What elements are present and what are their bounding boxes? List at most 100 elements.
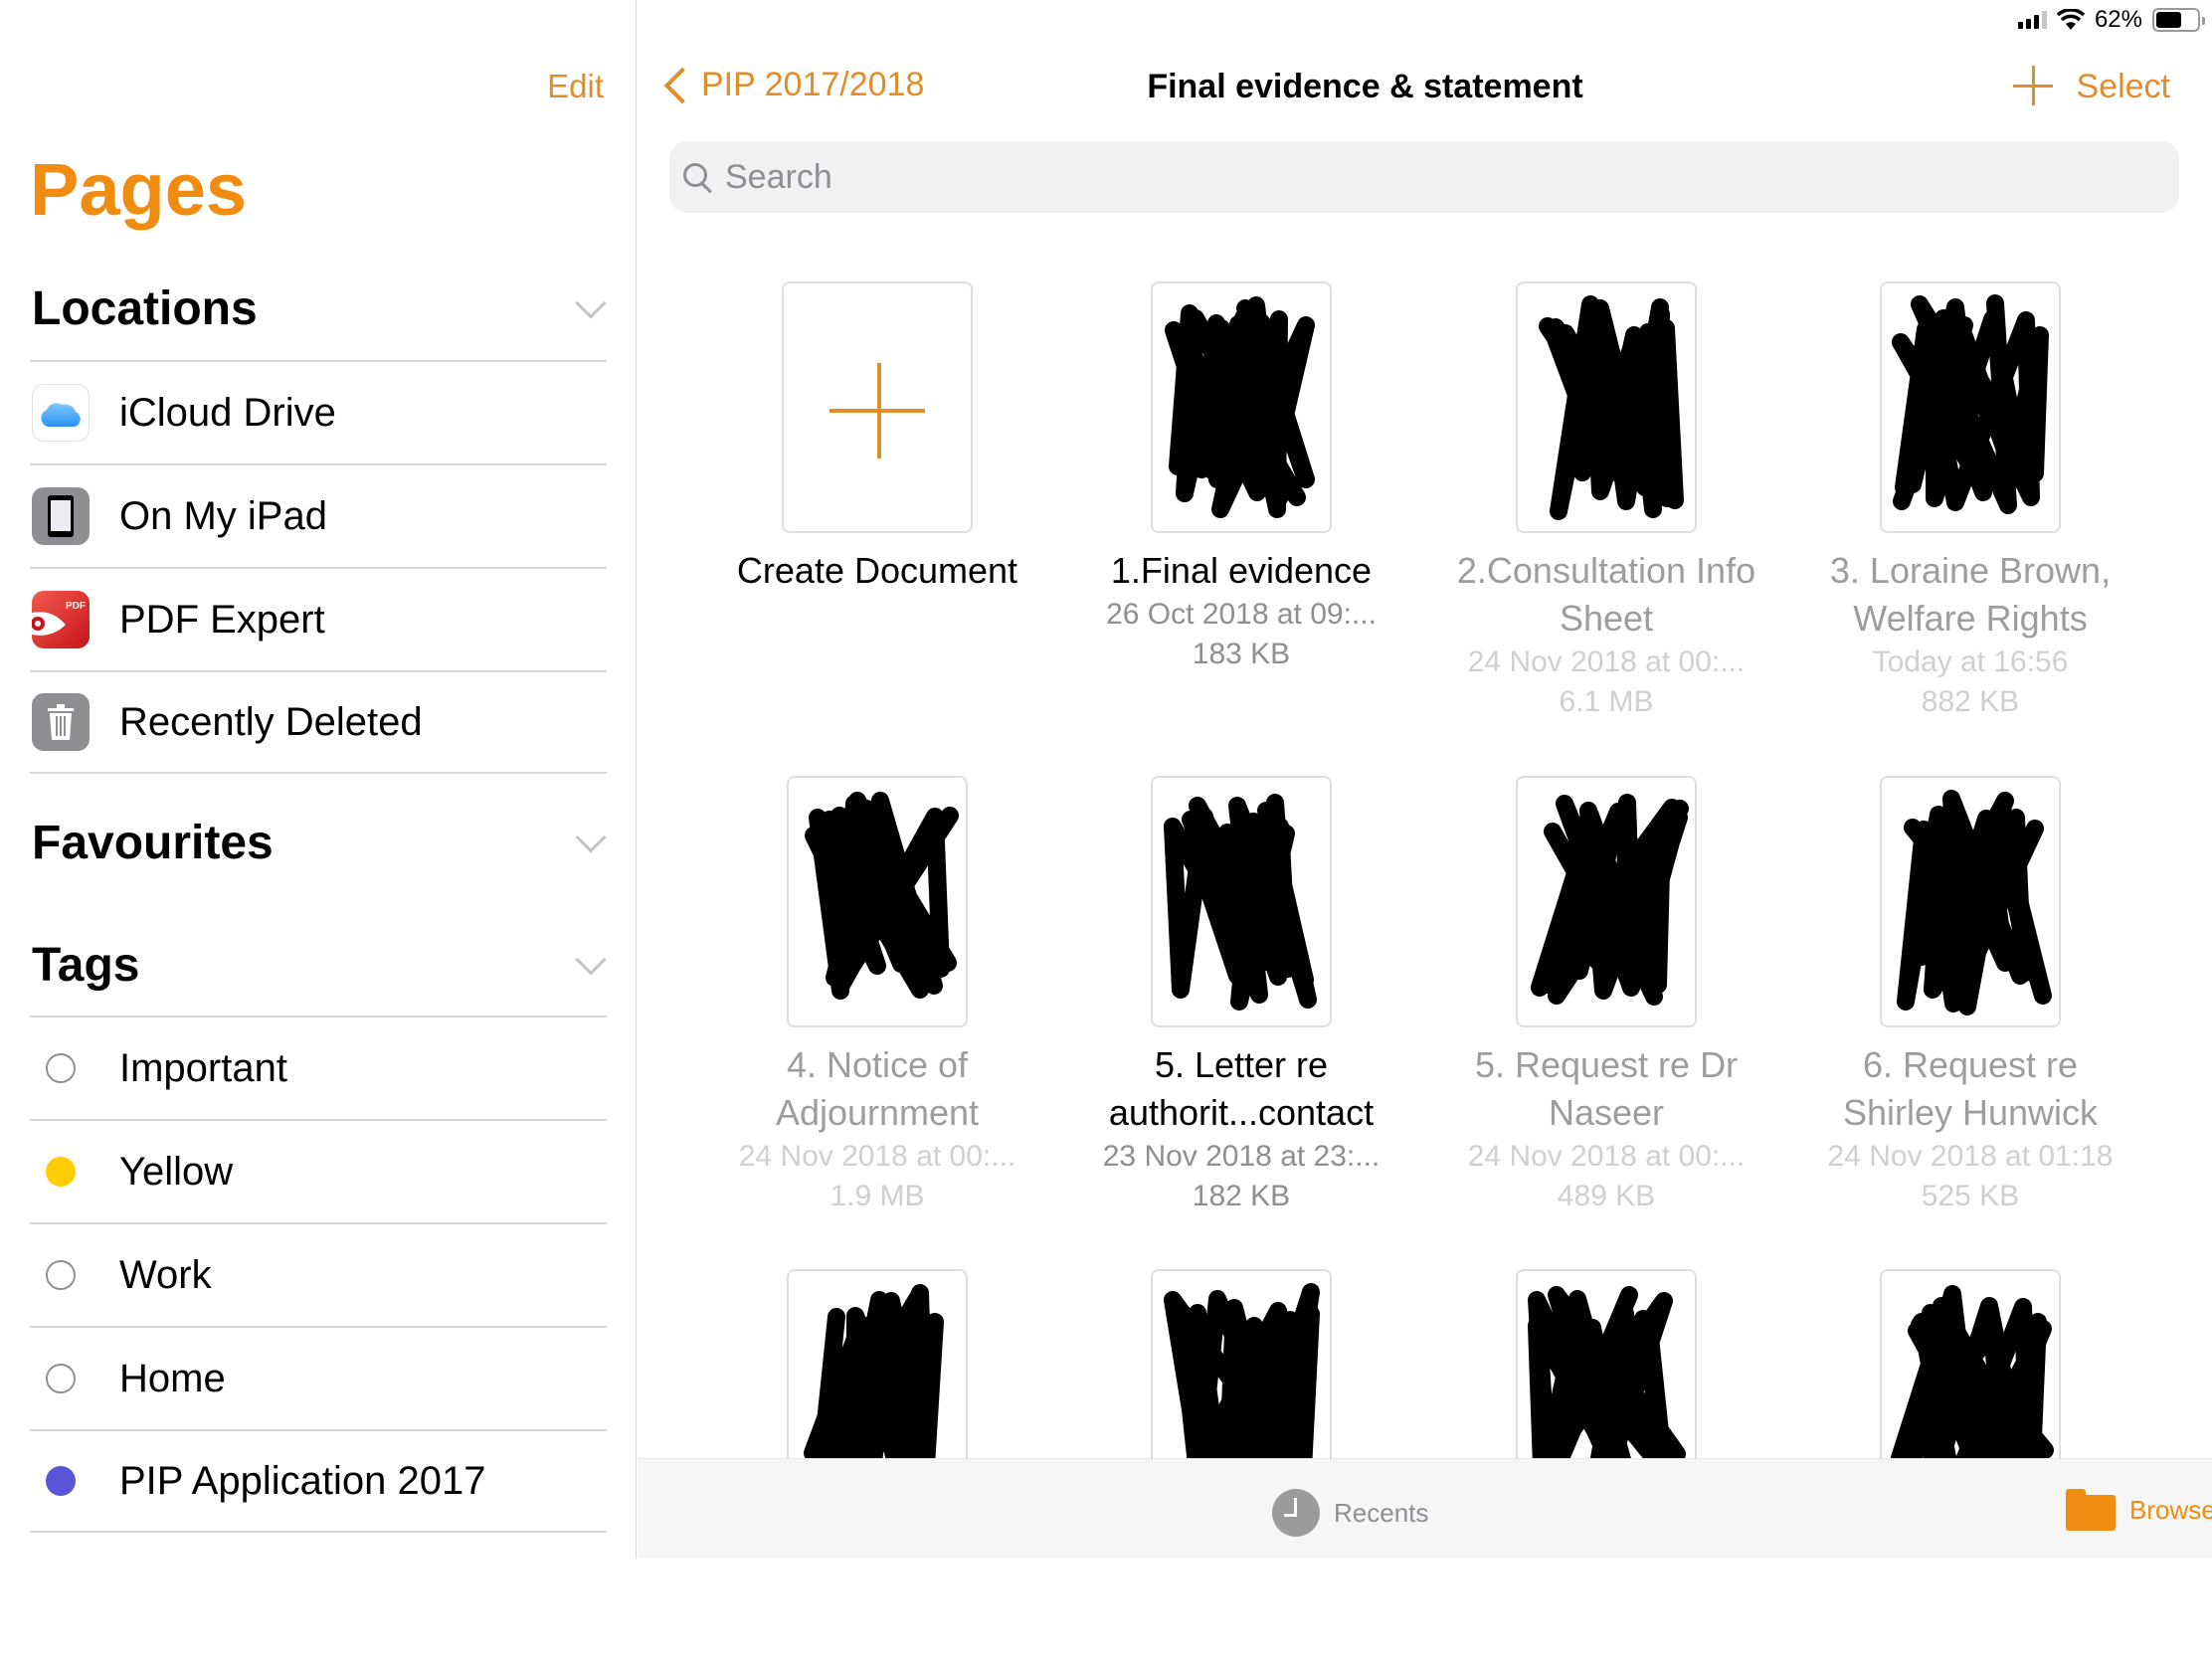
tag-work[interactable]: Work — [30, 1222, 607, 1326]
tag-color-dot — [46, 1466, 76, 1496]
tab-browse[interactable]: Browse — [2066, 1489, 2212, 1531]
file-item[interactable]: 5. Request re Dr Naseer 24 Nov 2018 at 00… — [1447, 776, 1765, 1216]
file-date: Today at 16:56 — [1872, 645, 2069, 678]
file-date: 24 Nov 2018 at 00:... — [1467, 645, 1746, 678]
search-input[interactable] — [725, 157, 2118, 197]
favourites-header[interactable]: Favourites — [32, 813, 607, 872]
tag-home[interactable]: Home — [30, 1326, 607, 1429]
document-thumbnail — [1151, 776, 1332, 1027]
tag-yellow[interactable]: Yellow — [30, 1119, 607, 1222]
file-item[interactable]: 3. Loraine Brown, Welfare Rights Today at… — [1811, 281, 2129, 722]
file-size: 6.1 MB — [1559, 685, 1654, 718]
back-button[interactable]: PIP 2017/2018 — [659, 66, 924, 104]
tab-label: Browse — [2129, 1494, 2212, 1525]
tag-label: Home — [119, 1356, 226, 1400]
trash-icon — [32, 693, 90, 751]
tags-header[interactable]: Tags — [32, 935, 607, 995]
file-item[interactable]: 2.Consultation Info Sheet 24 Nov 2018 at … — [1447, 281, 1765, 722]
tag-label: Yellow — [119, 1149, 234, 1194]
sidebar: Edit Pages Locations iCloud Drive On My … — [0, 0, 637, 1559]
favourites-title: Favourites — [32, 816, 274, 869]
create-document-tile[interactable]: Create Document — [718, 281, 1036, 595]
file-size: 489 KB — [1557, 1180, 1656, 1212]
ipad-icon — [32, 487, 90, 545]
file-item[interactable]: 5. Letter re authorit...contact 23 Nov 20… — [1082, 776, 1400, 1216]
file-item[interactable]: 6. Request re Shirley Hunwick 24 Nov 2018… — [1811, 776, 2129, 1216]
document-thumbnail — [1516, 776, 1697, 1027]
sidebar-item-label: iCloud Drive — [119, 390, 336, 435]
file-size: 183 KB — [1192, 638, 1291, 670]
document-thumbnail — [787, 776, 968, 1027]
tab-recents[interactable]: Recents — [1272, 1489, 1428, 1537]
locations-list: iCloud Drive On My iPad PDF PDF Expert R… — [30, 360, 607, 774]
document-thumbnail — [1516, 281, 1697, 533]
document-thumbnail — [1880, 281, 2061, 533]
tag-label: PIP Application 2017 — [119, 1458, 486, 1503]
redacted-scribble — [1892, 294, 2049, 514]
file-date: 23 Nov 2018 at 23:... — [1102, 1140, 1381, 1173]
main-content: PIP 2017/2018 Final evidence & statement… — [638, 0, 2212, 1559]
redacted-scribble — [1164, 794, 1317, 1011]
file-name: 5. Letter re authorit...contact — [1108, 1044, 1375, 1133]
edit-button[interactable]: Edit — [547, 68, 604, 105]
tab-label: Recents — [1334, 1497, 1429, 1528]
tag-pip-application-2017[interactable]: PIP Application 2017 — [30, 1429, 607, 1533]
file-item[interactable]: 1.Final evidence 26 Oct 2018 at 09:... 183… — [1082, 281, 1400, 674]
tags-list: Important Yellow Work Home PIP Applicati… — [30, 1015, 607, 1533]
icloud-icon — [32, 384, 90, 442]
file-size: 1.9 MB — [830, 1180, 925, 1212]
back-label: PIP 2017/2018 — [701, 66, 925, 103]
file-size: 882 KB — [1921, 685, 2020, 718]
sidebar-item-label: Recently Deleted — [119, 699, 423, 744]
tag-important[interactable]: Important — [30, 1015, 607, 1119]
add-icon[interactable] — [2013, 66, 2053, 105]
redacted-scribble — [1897, 790, 2052, 1015]
file-size: 525 KB — [1921, 1180, 2020, 1212]
app-title: Pages — [30, 148, 248, 231]
chevron-down-icon — [575, 944, 607, 976]
file-date: 24 Nov 2018 at 00:... — [1467, 1140, 1746, 1173]
chevron-down-icon — [575, 822, 607, 853]
sidebar-item-icloud-drive[interactable]: iCloud Drive — [30, 360, 607, 463]
tag-label: Work — [119, 1252, 212, 1297]
sidebar-item-pdf-expert[interactable]: PDF PDF Expert — [30, 567, 607, 670]
sidebar-item-recently-deleted[interactable]: Recently Deleted — [30, 670, 607, 774]
tab-bar: Recents Browse — [638, 1458, 2212, 1559]
redacted-scribble — [1531, 794, 1689, 1006]
pdf-expert-icon: PDF — [32, 591, 90, 648]
file-name: 2.Consultation Info Sheet — [1456, 550, 1756, 639]
locations-title: Locations — [32, 281, 258, 335]
document-thumbnail — [1880, 776, 2061, 1027]
file-name: 3. Loraine Brown, Welfare Rights — [1829, 550, 2112, 639]
file-name: 1.Final evidence — [1110, 550, 1373, 591]
file-name: 4. Notice of Adjournment — [775, 1044, 980, 1133]
locations-header[interactable]: Locations — [32, 278, 607, 338]
folder-icon — [2066, 1489, 2116, 1531]
file-date: 24 Nov 2018 at 01:18 — [1827, 1140, 2114, 1173]
file-size: 182 KB — [1192, 1180, 1291, 1212]
file-name: 6. Request re Shirley Hunwick — [1842, 1044, 2099, 1133]
tag-color-dot — [46, 1053, 76, 1083]
search-icon — [683, 163, 707, 187]
document-thumbnail — [1151, 281, 1332, 533]
svg-text:PDF: PDF — [66, 601, 86, 612]
file-date: 24 Nov 2018 at 00:... — [738, 1140, 1016, 1173]
page-title-text: Final evidence & statement — [1147, 68, 1583, 105]
chevron-down-icon — [575, 287, 607, 319]
tag-color-dot — [46, 1260, 76, 1290]
tags-title: Tags — [32, 938, 140, 992]
select-button[interactable]: Select — [2077, 68, 2171, 106]
tag-color-dot — [46, 1157, 76, 1187]
file-item[interactable]: 4. Notice of Adjournment 24 Nov 2018 at 0… — [718, 776, 1036, 1216]
sidebar-item-label: On My iPad — [119, 493, 327, 538]
redacted-scribble — [1539, 295, 1684, 520]
redacted-scribble — [805, 792, 959, 1000]
tag-label: Important — [119, 1045, 287, 1090]
create-document-thumbnail — [782, 281, 973, 533]
tag-color-dot — [46, 1364, 76, 1393]
sidebar-item-on-my-ipad[interactable]: On My iPad — [30, 463, 607, 567]
chevron-left-icon — [663, 67, 701, 103]
file-date: 26 Oct 2018 at 09:... — [1106, 598, 1377, 631]
clock-icon — [1272, 1489, 1320, 1537]
search-field[interactable] — [669, 141, 2179, 213]
